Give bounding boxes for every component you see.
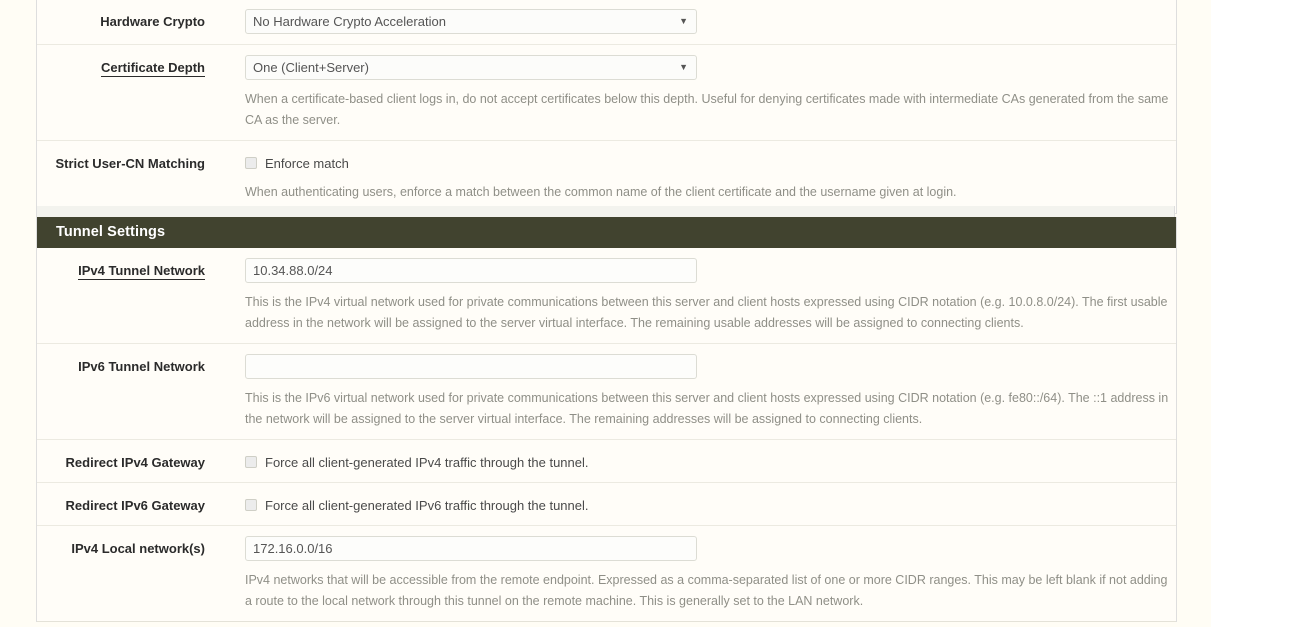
- section-header-tunnel-settings: Tunnel Settings: [37, 217, 1176, 248]
- label-text: Redirect IPv4 Gateway: [65, 455, 205, 470]
- label-redirect-ipv4-gateway: Redirect IPv4 Gateway: [37, 440, 215, 481]
- redirect-ipv4-gateway-checkbox[interactable]: [245, 456, 257, 468]
- help-text-ipv4-tunnel-network: This is the IPv4 virtual network used fo…: [245, 295, 1168, 330]
- enforce-match-label: Enforce match: [265, 155, 349, 171]
- label-text: Redirect IPv6 Gateway: [65, 498, 205, 513]
- hardware-crypto-selected-value: No Hardware Crypto Acceleration: [253, 14, 446, 29]
- certificate-depth-selected-value: One (Client+Server): [253, 60, 369, 75]
- help-text-certificate-depth: When a certificate-based client logs in,…: [245, 92, 1169, 127]
- enforce-match-checkbox[interactable]: [245, 157, 257, 169]
- label-text: IPv4 Local network(s): [71, 541, 205, 556]
- redirect-ipv4-checkbox-row[interactable]: Force all client-generated IPv4 traffic …: [245, 450, 1176, 472]
- form-row-ipv4-local-networks: IPv4 Local network(s) IPv4 networks that…: [37, 526, 1176, 622]
- section-gap: [36, 206, 1175, 217]
- chevron-down-icon: ▼: [679, 62, 688, 72]
- label-ipv4-tunnel-network: IPv4 Tunnel Network: [37, 248, 215, 289]
- form-row-strict-user-cn-matching: Strict User-CN Matching Enforce match Wh…: [37, 141, 1176, 214]
- ipv6-tunnel-network-input[interactable]: [245, 354, 697, 379]
- label-text: IPv6 Tunnel Network: [78, 359, 205, 374]
- help-text-ipv6-tunnel-network: This is the IPv6 virtual network used fo…: [245, 391, 1169, 426]
- redirect-ipv4-gateway-label: Force all client-generated IPv4 traffic …: [265, 454, 589, 470]
- label-text: Certificate Depth: [100, 60, 205, 77]
- help-text-ipv4-local-networks: IPv4 networks that will be accessible fr…: [245, 573, 1168, 608]
- section-title-text: Tunnel Settings: [56, 224, 166, 240]
- field-hardware-crypto: No Hardware Crypto Acceleration ▼: [215, 0, 1176, 44]
- field-ipv6-tunnel-network: This is the IPv6 virtual network used fo…: [215, 344, 1176, 439]
- label-text: IPv4 Tunnel Network: [78, 263, 205, 280]
- redirect-ipv6-checkbox-row[interactable]: Force all client-generated IPv6 traffic …: [245, 493, 1176, 515]
- enforce-match-checkbox-row[interactable]: Enforce match: [245, 151, 1176, 173]
- label-strict-user-cn-matching: Strict User-CN Matching: [37, 141, 215, 182]
- form-row-redirect-ipv6-gateway: Redirect IPv6 Gateway Force all client-g…: [37, 483, 1176, 526]
- crypto-settings-group: Hardware Crypto No Hardware Crypto Accel…: [37, 0, 1176, 214]
- label-text: Hardware Crypto: [100, 14, 205, 29]
- redirect-ipv6-gateway-label: Force all client-generated IPv6 traffic …: [265, 497, 589, 513]
- field-redirect-ipv6-gateway: Force all client-generated IPv6 traffic …: [215, 483, 1176, 525]
- chevron-down-icon: ▼: [679, 16, 688, 26]
- ipv4-tunnel-network-input[interactable]: [245, 258, 697, 283]
- label-certificate-depth: Certificate Depth: [37, 45, 215, 86]
- field-strict-user-cn-matching: Enforce match When authenticating users,…: [215, 141, 1176, 213]
- form-row-ipv6-tunnel-network: IPv6 Tunnel Network This is the IPv6 vir…: [37, 344, 1176, 440]
- field-redirect-ipv4-gateway: Force all client-generated IPv4 traffic …: [215, 440, 1176, 482]
- label-hardware-crypto: Hardware Crypto: [37, 0, 215, 40]
- field-ipv4-local-networks: IPv4 networks that will be accessible fr…: [215, 526, 1176, 621]
- label-ipv6-tunnel-network: IPv6 Tunnel Network: [37, 344, 215, 385]
- tunnel-settings-panel: Tunnel Settings IPv4 Tunnel Network This…: [36, 217, 1177, 622]
- hardware-crypto-select[interactable]: No Hardware Crypto Acceleration ▼: [245, 9, 697, 34]
- field-ipv4-tunnel-network: This is the IPv4 virtual network used fo…: [215, 248, 1176, 343]
- label-ipv4-local-networks: IPv4 Local network(s): [37, 526, 215, 567]
- form-row-ipv4-tunnel-network: IPv4 Tunnel Network This is the IPv4 vir…: [37, 248, 1176, 344]
- certificate-depth-select[interactable]: One (Client+Server) ▼: [245, 55, 697, 80]
- openvpn-settings-panel: Hardware Crypto No Hardware Crypto Accel…: [36, 0, 1177, 214]
- form-row-hardware-crypto: Hardware Crypto No Hardware Crypto Accel…: [37, 0, 1176, 45]
- form-row-certificate-depth: Certificate Depth One (Client+Server) ▼ …: [37, 45, 1176, 141]
- label-text: Strict User-CN Matching: [55, 156, 205, 171]
- form-row-redirect-ipv4-gateway: Redirect IPv4 Gateway Force all client-g…: [37, 440, 1176, 483]
- redirect-ipv6-gateway-checkbox[interactable]: [245, 499, 257, 511]
- label-redirect-ipv6-gateway: Redirect IPv6 Gateway: [37, 483, 215, 524]
- help-text-strict-user-cn-matching: When authenticating users, enforce a mat…: [245, 185, 957, 199]
- ipv4-local-networks-input[interactable]: [245, 536, 697, 561]
- field-certificate-depth: One (Client+Server) ▼ When a certificate…: [215, 45, 1176, 140]
